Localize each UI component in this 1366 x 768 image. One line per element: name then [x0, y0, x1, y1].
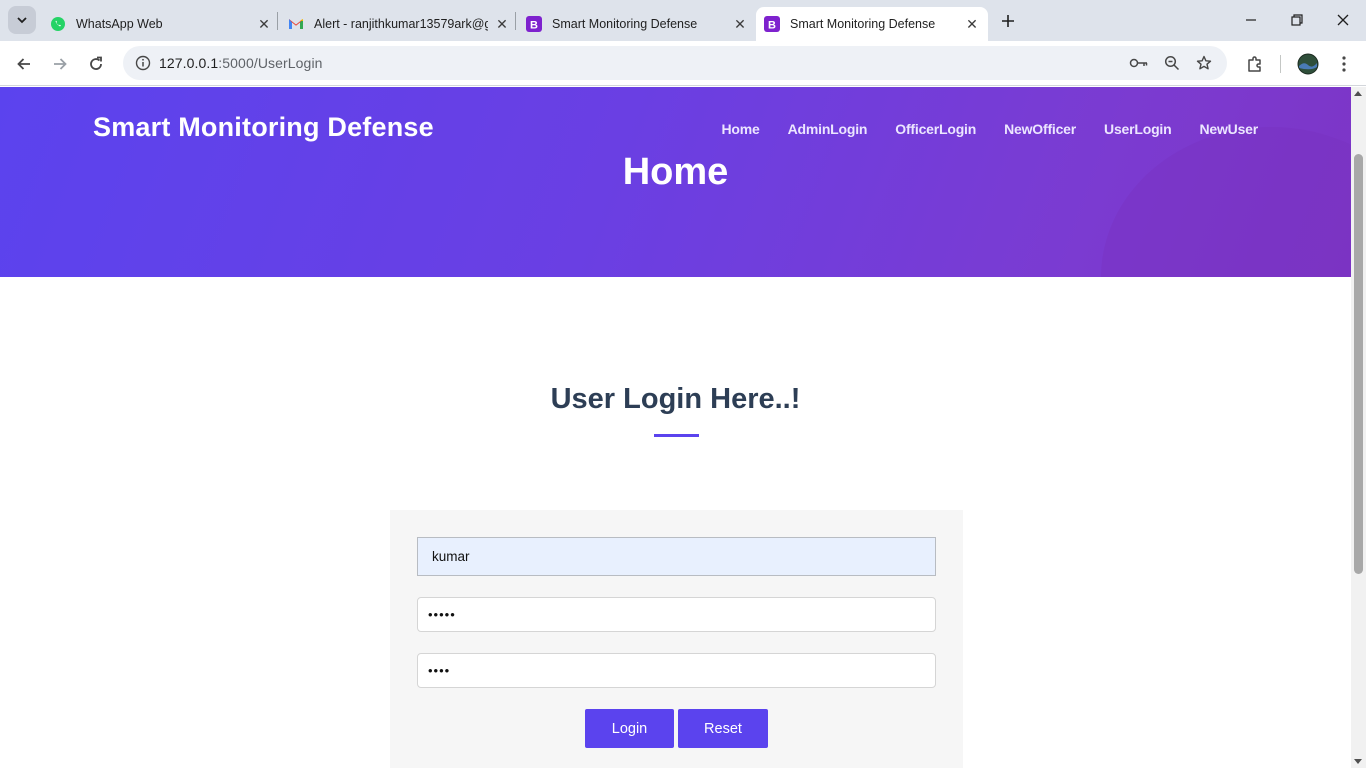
url-path: :5000/UserLogin — [218, 55, 323, 71]
tab-divider — [277, 12, 278, 30]
tab-divider — [515, 12, 516, 30]
url-text[interactable]: 127.0.0.1:5000/UserLogin — [159, 55, 323, 71]
arrow-right-icon — [54, 58, 67, 70]
close-window-button[interactable] — [1320, 6, 1366, 34]
tab-strip: WhatsApp Web ✕ Alert - ranjithkumar13579… — [0, 0, 1366, 41]
key-icon[interactable] — [1127, 51, 1151, 75]
chevron-down-icon — [17, 17, 27, 24]
close-icon[interactable]: ✕ — [492, 14, 512, 34]
svg-text:B: B — [768, 20, 776, 32]
close-icon — [1337, 14, 1349, 26]
new-tab-button[interactable] — [996, 9, 1020, 33]
info-icon[interactable] — [131, 51, 155, 75]
nav-admin-login[interactable]: AdminLogin — [788, 121, 868, 137]
hero-header: Smart Monitoring Defense Home AdminLogin… — [0, 87, 1351, 277]
tab-smart-monitoring-1[interactable]: B Smart Monitoring Defense ✕ — [522, 7, 750, 41]
address-bar[interactable]: 127.0.0.1:5000/UserLogin — [123, 46, 1227, 80]
scroll-up-icon[interactable] — [1354, 91, 1362, 96]
nav-home[interactable]: Home — [722, 121, 760, 137]
login-button[interactable]: Login — [585, 709, 674, 748]
scrollbar-thumb[interactable] — [1354, 154, 1363, 574]
bootstrap-icon: B — [526, 16, 542, 32]
tab-title: Alert - ranjithkumar13579ark@gmail.com — [314, 17, 488, 31]
hero-decoration — [1101, 127, 1351, 277]
tab-title: WhatsApp Web — [76, 17, 163, 31]
nav-officer-login[interactable]: OfficerLogin — [895, 121, 976, 137]
restore-icon — [1291, 14, 1303, 26]
gmail-icon — [288, 16, 304, 32]
confirm-password-input[interactable]: •••• — [417, 653, 936, 688]
tab-smart-monitoring-active[interactable]: B Smart Monitoring Defense ✕ — [756, 7, 988, 41]
nav-new-officer[interactable]: NewOfficer — [1004, 121, 1076, 137]
whatsapp-icon — [50, 16, 66, 32]
bootstrap-icon: B — [764, 16, 780, 32]
more-vert-icon — [1342, 56, 1346, 72]
tab-title: Smart Monitoring Defense — [790, 17, 936, 31]
login-form: kumar ••••• •••• Login Reset — [390, 510, 963, 768]
puzzle-icon — [1248, 56, 1261, 72]
close-icon[interactable]: ✕ — [730, 14, 750, 34]
plus-icon — [1002, 15, 1014, 27]
nav-user-login[interactable]: UserLogin — [1104, 121, 1172, 137]
tab-whatsapp[interactable]: WhatsApp Web ✕ — [46, 7, 274, 41]
arrow-left-icon — [17, 58, 30, 70]
close-icon[interactable]: ✕ — [962, 14, 982, 34]
nav-new-user[interactable]: NewUser — [1199, 121, 1258, 137]
extensions-button[interactable] — [1240, 49, 1270, 79]
back-button[interactable] — [9, 49, 39, 79]
profile-avatar[interactable] — [1293, 49, 1323, 79]
reset-button[interactable]: Reset — [678, 709, 768, 748]
forward-button[interactable] — [45, 49, 75, 79]
main-nav: Home AdminLogin OfficerLogin NewOfficer … — [694, 121, 1259, 137]
page-viewport: Smart Monitoring Defense Home AdminLogin… — [0, 87, 1351, 768]
close-icon[interactable]: ✕ — [254, 14, 274, 34]
username-input[interactable]: kumar — [417, 537, 936, 576]
zoom-icon[interactable] — [1160, 51, 1184, 75]
minimize-icon — [1246, 19, 1256, 21]
tab-search-button[interactable] — [8, 6, 36, 34]
hero-title: Home — [622, 151, 729, 193]
reload-button[interactable] — [81, 49, 111, 79]
tab-gmail[interactable]: Alert - ranjithkumar13579ark@gmail.com ✕ — [284, 7, 512, 41]
heading-underline — [654, 434, 699, 437]
menu-button[interactable] — [1329, 49, 1359, 79]
star-icon[interactable] — [1192, 51, 1216, 75]
password-input[interactable]: ••••• — [417, 597, 936, 632]
tab-title: Smart Monitoring Defense — [552, 17, 698, 31]
scroll-down-icon[interactable] — [1354, 759, 1362, 764]
browser-toolbar: 127.0.0.1:5000/UserLogin — [0, 41, 1366, 86]
minimize-button[interactable] — [1228, 6, 1274, 34]
site-brand[interactable]: Smart Monitoring Defense — [93, 112, 434, 143]
login-heading: User Login Here..! — [550, 383, 801, 415]
svg-text:B: B — [530, 20, 538, 32]
url-host: 127.0.0.1 — [159, 55, 219, 71]
avatar-icon — [1297, 53, 1319, 75]
restore-button[interactable] — [1274, 6, 1320, 34]
toolbar-divider — [1280, 55, 1281, 73]
reload-icon — [90, 56, 102, 70]
page-scrollbar[interactable] — [1351, 87, 1366, 768]
